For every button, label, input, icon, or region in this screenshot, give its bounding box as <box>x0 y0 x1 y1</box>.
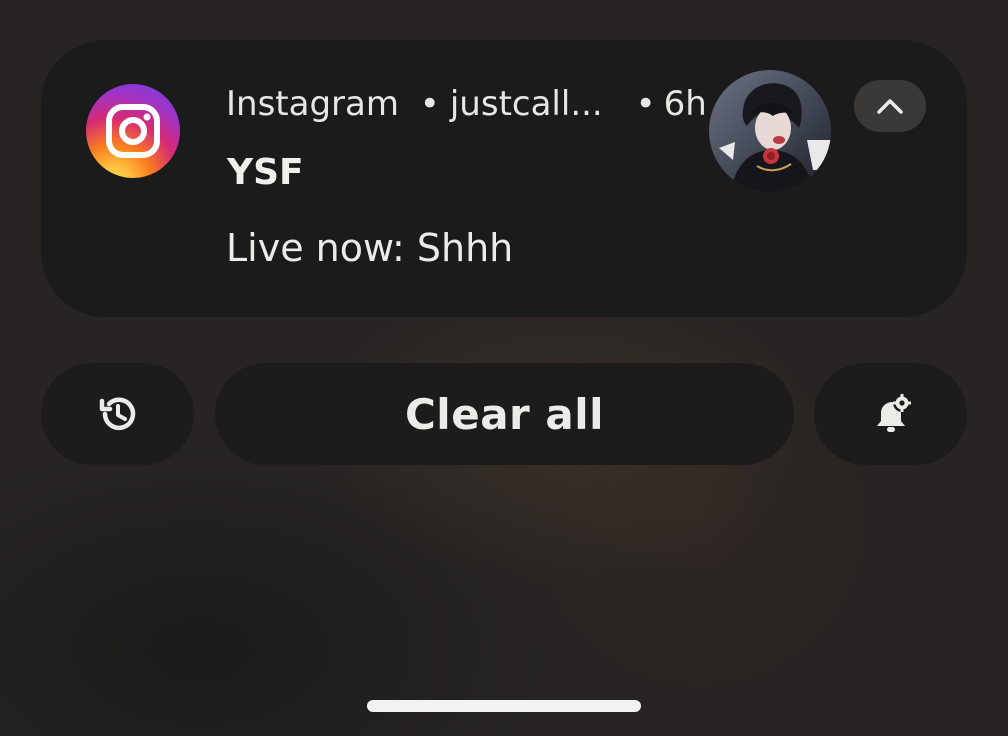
separator-dot: • <box>419 84 440 124</box>
notification-header: Instagram • justcall... • 6h <box>226 82 707 126</box>
profile-avatar <box>709 70 831 192</box>
notification-settings-icon <box>876 394 911 432</box>
home-indicator[interactable] <box>367 700 641 712</box>
clear-all-label: Clear all <box>404 389 605 439</box>
notification-title: YSF <box>227 152 304 193</box>
notification-history-button[interactable] <box>41 363 194 465</box>
account-name: justcall... <box>449 84 603 124</box>
chevron-up-icon <box>877 99 903 114</box>
collapse-button[interactable] <box>854 80 926 132</box>
notification-settings-button[interactable] <box>814 363 967 465</box>
separator-dot: • <box>635 84 656 124</box>
history-icon <box>99 397 135 431</box>
notification-body: Live now: Shhh <box>226 226 514 270</box>
instagram-icon <box>86 84 180 178</box>
notification-time: 6h <box>663 84 707 124</box>
app-name: Instagram <box>226 84 399 124</box>
clear-all-button[interactable]: Clear all <box>215 363 794 465</box>
